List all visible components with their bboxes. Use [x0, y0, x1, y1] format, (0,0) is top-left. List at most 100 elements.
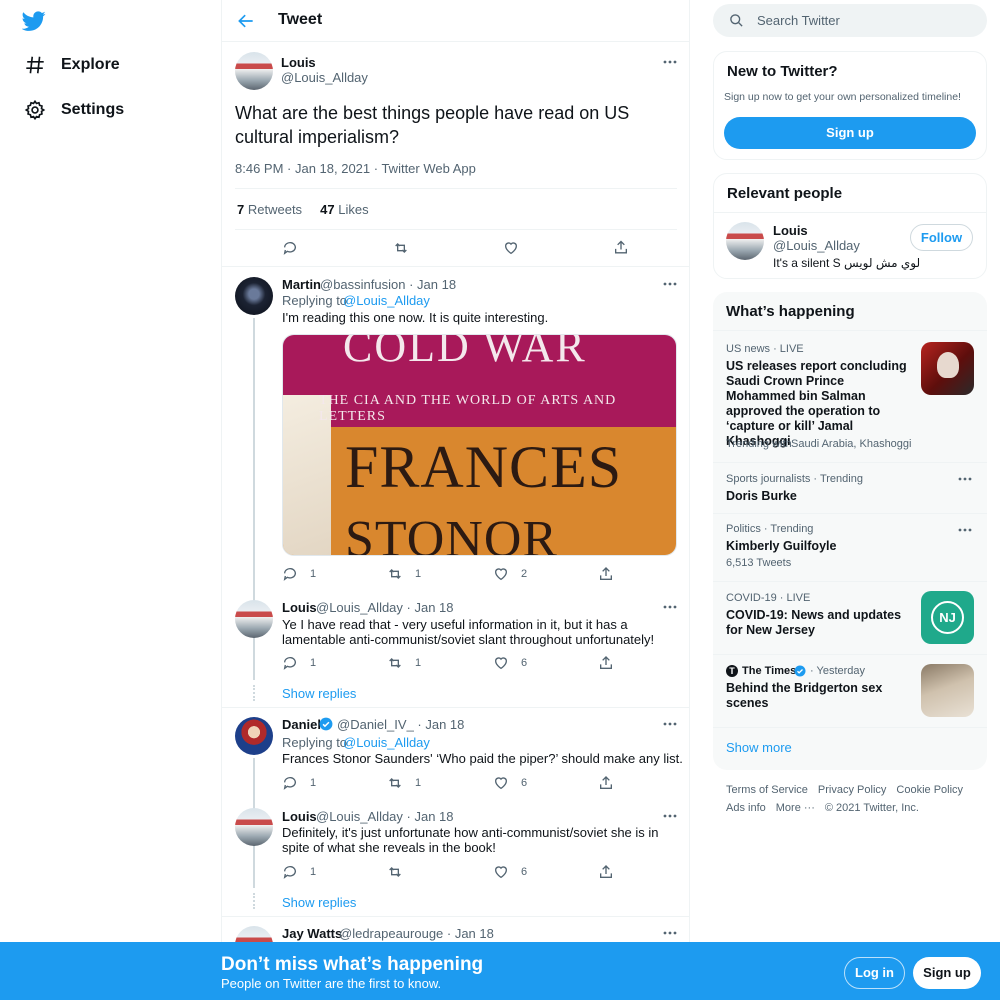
- like-button[interactable]: 6: [493, 864, 527, 880]
- divider: [235, 229, 677, 230]
- like-button[interactable]: 2: [493, 566, 527, 582]
- avatar[interactable]: [235, 717, 273, 755]
- reply-author-name[interactable]: Louis: [282, 600, 317, 615]
- avatar[interactable]: [235, 600, 273, 638]
- likes-stat[interactable]: 47 Likes: [320, 202, 368, 217]
- share-icon[interactable]: [613, 239, 629, 256]
- reply-handle-date[interactable]: @Daniel_IV_ · Jan 18: [337, 717, 464, 732]
- reply-icon[interactable]: [282, 240, 298, 256]
- search-input[interactable]: [757, 4, 977, 37]
- reply-author-name[interactable]: Louis: [282, 809, 317, 824]
- reply-icon: [283, 777, 296, 790]
- replying-to-link[interactable]: @Louis_Allday: [343, 293, 430, 308]
- trend-item[interactable]: COVID-19 · LIVE COVID-19: News and updat…: [713, 581, 987, 654]
- nj-logo-thumbnail: NJ: [921, 591, 974, 644]
- reply-text: Frances Stonor Saunders' ‘Who paid the p…: [282, 751, 683, 766]
- tweet-timestamp[interactable]: 8:46 PM · Jan 18, 2021 · Twitter Web App: [235, 161, 476, 176]
- show-replies-link[interactable]: Show replies: [282, 895, 356, 910]
- retweet-icon[interactable]: [392, 240, 410, 256]
- like-button[interactable]: 6: [493, 655, 527, 671]
- trend-item[interactable]: US news · LIVE US releases report conclu…: [713, 330, 987, 453]
- like-heart-icon: [494, 568, 508, 581]
- banner-subline: People on Twitter are the first to know.: [221, 976, 442, 991]
- footer-link[interactable]: Terms of Service: [726, 784, 808, 796]
- reply-author-name[interactable]: Jay Watts: [282, 926, 342, 941]
- trend-item[interactable]: Sports journalists · Trending Doris Burk…: [713, 462, 987, 513]
- avatar[interactable]: [726, 222, 764, 260]
- footer-link[interactable]: More ···: [776, 802, 815, 814]
- signup-banner: Don’t miss what’s happening People on Tw…: [0, 942, 1000, 1000]
- person-name[interactable]: Louis: [773, 223, 808, 238]
- reply-button[interactable]: 1: [282, 864, 316, 880]
- reply-author-name[interactable]: Martin: [282, 277, 321, 292]
- login-button[interactable]: Log in: [844, 957, 905, 989]
- more-dots-icon[interactable]: [662, 808, 678, 824]
- show-more-row[interactable]: Show more: [713, 727, 987, 770]
- trend-item[interactable]: Politics · Trending Kimberly Guilfoyle 6…: [713, 513, 987, 581]
- share-button[interactable]: [598, 655, 626, 671]
- more-dots-icon[interactable]: [957, 522, 973, 538]
- retweet-button[interactable]: 1: [387, 775, 421, 791]
- like-button[interactable]: 6: [493, 775, 527, 791]
- banner-headline: Don’t miss what’s happening: [221, 954, 484, 975]
- share-button[interactable]: [598, 775, 626, 791]
- reply-button[interactable]: 1: [282, 775, 316, 791]
- footer-links: Terms of Service Privacy Policy Cookie Pol…: [726, 781, 976, 817]
- sidebar-signup-button[interactable]: Sign up: [724, 117, 976, 149]
- show-replies-link[interactable]: Show replies: [282, 686, 356, 701]
- reply-author-name[interactable]: Daniel: [282, 717, 321, 732]
- twitter-bird-icon[interactable]: [22, 9, 46, 33]
- more-dots-icon[interactable]: [662, 54, 678, 70]
- book-cover-image[interactable]: COLD WAR THE CIA AND THE WORLD OF ARTS A…: [282, 334, 677, 556]
- more-dots-icon[interactable]: [662, 599, 678, 615]
- retweet-button[interactable]: 1: [387, 655, 421, 671]
- show-more-link[interactable]: Show more: [726, 740, 792, 755]
- more-dots-icon[interactable]: [662, 716, 678, 732]
- reply-handle-date[interactable]: @Louis_Allday · Jan 18: [316, 809, 454, 824]
- share-button[interactable]: [598, 566, 626, 582]
- reply-handle-date[interactable]: @bassinfusion · Jan 18: [320, 277, 456, 292]
- reply-button[interactable]: 1: [282, 655, 316, 671]
- footer-link[interactable]: Cookie Policy: [896, 784, 963, 796]
- hashtag-icon: [26, 56, 44, 74]
- replying-to-label: Replying to: [282, 735, 348, 750]
- reply-handle-date[interactable]: @Louis_Allday · Jan 18: [316, 600, 454, 615]
- avatar[interactable]: [235, 277, 273, 315]
- share-icon: [600, 776, 612, 789]
- page-title: Tweet: [278, 11, 323, 28]
- follow-button[interactable]: Follow: [910, 224, 973, 251]
- reply-icon: [283, 568, 296, 581]
- replying-to-link[interactable]: @Louis_Allday: [343, 735, 430, 750]
- author-handle[interactable]: @Louis_Allday: [281, 70, 368, 85]
- back-arrow-icon[interactable]: [236, 11, 256, 31]
- search-bar[interactable]: [713, 4, 987, 37]
- author-name[interactable]: Louis: [281, 55, 316, 70]
- share-icon: [600, 656, 612, 669]
- more-dots-icon[interactable]: [957, 471, 973, 487]
- nav-settings[interactable]: Settings: [24, 98, 124, 122]
- person-handle[interactable]: @Louis_Allday: [773, 238, 860, 253]
- footer-link[interactable]: Ads info: [726, 802, 766, 814]
- reply-handle-date[interactable]: @ledrapeaurouge · Jan 18: [339, 926, 494, 941]
- retweet-button[interactable]: 1: [387, 566, 421, 582]
- signup-button[interactable]: Sign up: [913, 957, 981, 989]
- reply-button[interactable]: 1: [282, 566, 316, 582]
- nav-explore[interactable]: Explore: [24, 53, 120, 77]
- avatar[interactable]: [235, 808, 273, 846]
- like-heart-icon: [494, 777, 508, 790]
- share-button[interactable]: [598, 864, 626, 880]
- trend-item[interactable]: T The Times · Yesterday Behind the Bridg…: [713, 654, 987, 727]
- the-times-logo-icon: T: [726, 665, 738, 677]
- avatar[interactable]: [235, 52, 273, 90]
- footer-link[interactable]: Privacy Policy: [818, 784, 886, 796]
- retweets-stat[interactable]: 7 Retweets: [237, 202, 302, 217]
- more-dots-icon[interactable]: [662, 925, 678, 941]
- verified-badge-icon: [319, 717, 333, 731]
- card-title: What’s happening: [726, 303, 855, 320]
- trend-thumbnail: [921, 664, 974, 717]
- gear-icon: [24, 99, 46, 121]
- retweet-button[interactable]: [387, 864, 415, 880]
- reply-text: Ye I have read that - very useful inform…: [282, 617, 655, 647]
- like-heart-icon[interactable]: [503, 240, 519, 256]
- more-dots-icon[interactable]: [662, 276, 678, 292]
